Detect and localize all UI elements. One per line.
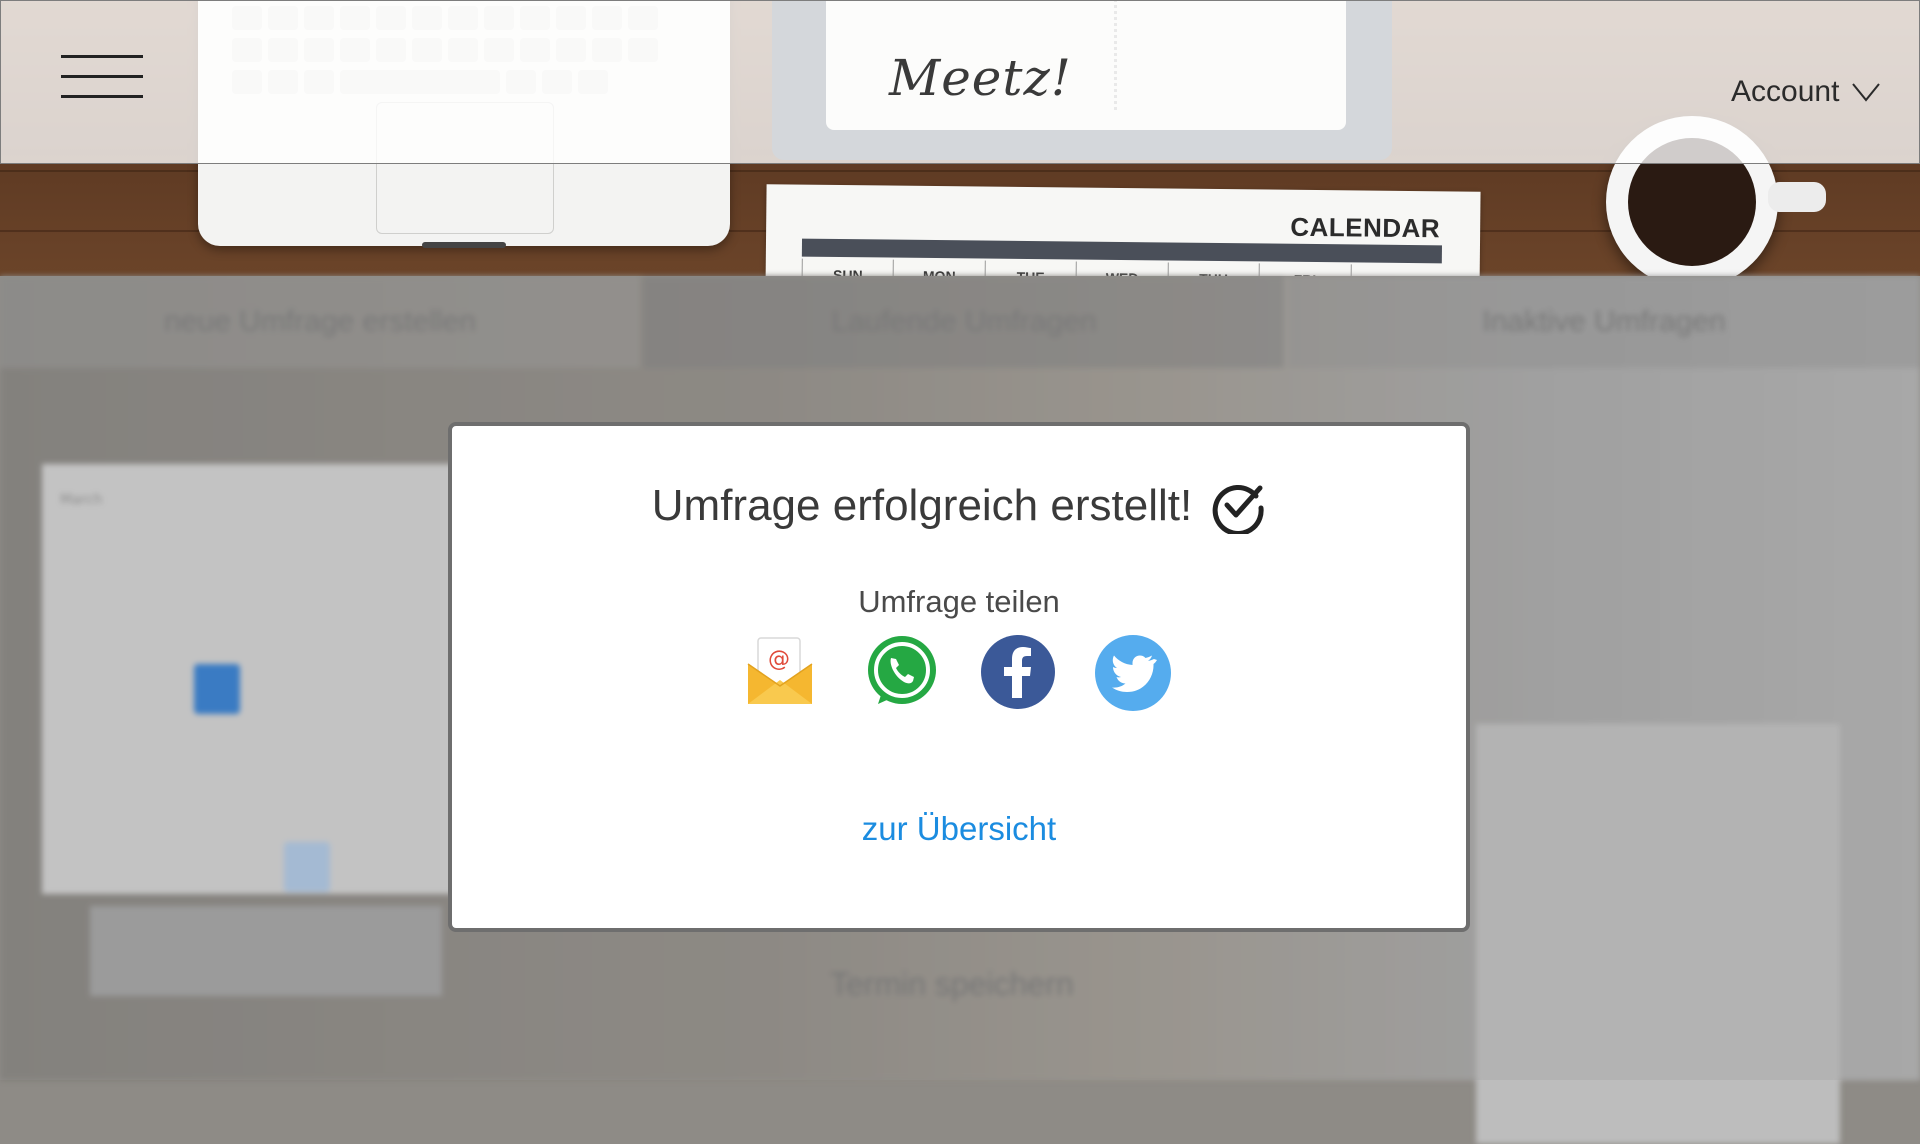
facebook-icon[interactable] xyxy=(980,634,1056,710)
email-icon[interactable]: @ xyxy=(744,634,816,706)
success-dialog: Umfrage erfolgreich erstellt! Umfrage te… xyxy=(448,422,1470,932)
back-to-overview-link[interactable]: zur Übersicht xyxy=(452,810,1466,848)
dialog-title: Umfrage erfolgreich erstellt! xyxy=(452,478,1466,534)
paper-calendar-image: CALENDAR SUN MON TUE WED THU FRI SAT xyxy=(765,184,1481,276)
hamburger-menu-icon[interactable] xyxy=(61,55,143,99)
account-label: Account xyxy=(1731,75,1840,108)
dialog-title-text: Umfrage erfolgreich erstellt! xyxy=(651,481,1193,530)
svg-text:@: @ xyxy=(768,647,790,672)
whatsapp-icon[interactable] xyxy=(864,634,940,710)
top-navbar: Meetz! Account xyxy=(0,0,1920,164)
account-menu[interactable]: Account xyxy=(1731,75,1881,109)
twitter-icon[interactable] xyxy=(1094,634,1172,712)
app-logo[interactable]: Meetz! xyxy=(889,49,1072,107)
calendar-word: CALENDAR xyxy=(1290,211,1441,244)
chevron-down-icon xyxy=(1852,83,1881,102)
share-options: @ xyxy=(452,634,1466,724)
check-circle-icon xyxy=(1212,484,1264,534)
share-label: Umfrage teilen xyxy=(858,584,1060,619)
